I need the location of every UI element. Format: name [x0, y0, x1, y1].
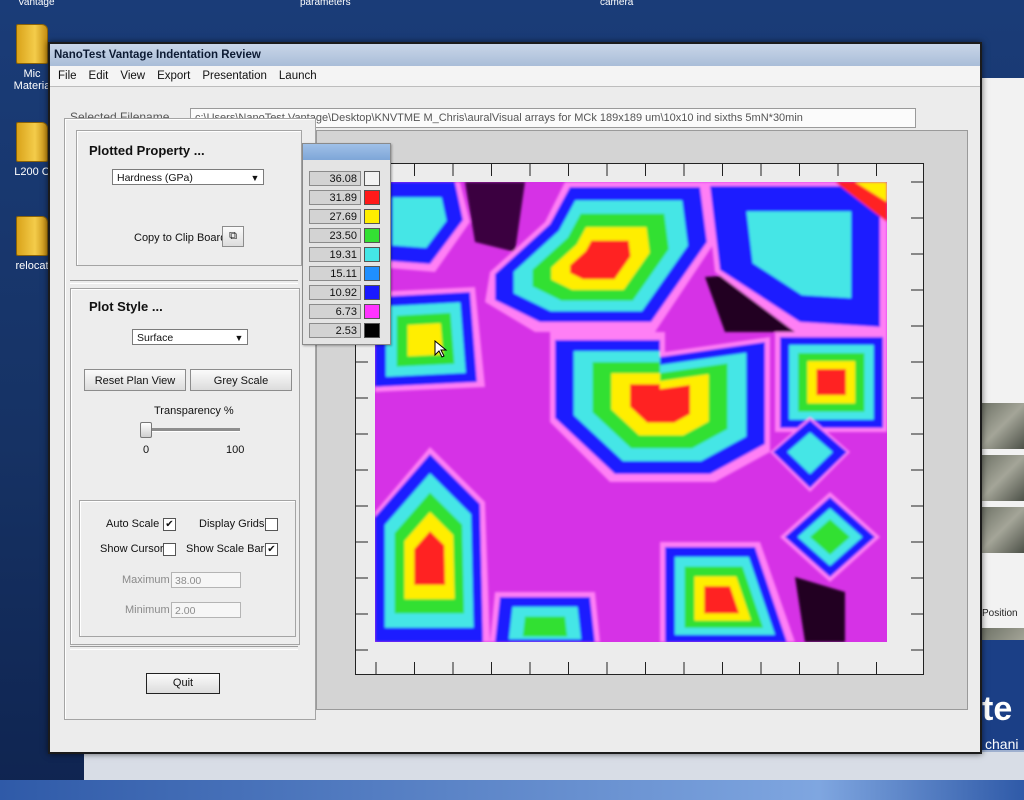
background-window-edge — [84, 750, 1024, 782]
desktop-top-labels: Vantage parameters camera — [0, 0, 1024, 10]
title-bar[interactable]: NanoTest Vantage Indentation Review — [50, 44, 980, 66]
quit-button[interactable]: Quit — [146, 673, 220, 694]
legend-value: 2.53 — [309, 323, 361, 338]
auto-scale-label: Auto Scale — [106, 518, 160, 530]
legend-swatch — [364, 228, 380, 243]
copy-clipboard-button[interactable]: ⧉ — [222, 226, 244, 247]
menu-export[interactable]: Export — [157, 70, 190, 82]
show-scale-bar-checkbox[interactable]: ✔ — [265, 543, 278, 556]
menu-file[interactable]: File — [58, 70, 77, 82]
legend-value: 6.73 — [309, 304, 361, 319]
transparency-slider-track[interactable] — [140, 428, 240, 432]
legend-swatch — [364, 266, 380, 281]
maximum-label: Maximum — [122, 574, 170, 586]
plot-style-dropdown-value: Surface — [137, 332, 174, 344]
maximum-field[interactable]: 38.00 — [171, 572, 241, 588]
chevron-down-icon: ▼ — [234, 333, 244, 343]
window-title: NanoTest Vantage Indentation Review — [54, 49, 261, 61]
copy-clipboard-label: Copy to Clip Board — [134, 232, 227, 244]
legend-swatch — [364, 304, 380, 319]
plot-style-heading: Plot Style ... — [89, 299, 163, 314]
legend-value: 19.31 — [309, 247, 361, 262]
property-dropdown-value: Hardness (GPa) — [117, 172, 193, 184]
auto-scale-checkbox[interactable]: ✔ — [163, 518, 176, 531]
chevron-down-icon: ▼ — [250, 173, 260, 183]
grey-scale-button[interactable]: Grey Scale — [190, 369, 292, 391]
folder-icon — [16, 122, 48, 162]
property-dropdown[interactable]: Hardness (GPa) ▼ — [112, 169, 264, 185]
legend-swatch — [364, 190, 380, 205]
clipboard-icon: ⧉ — [229, 230, 237, 242]
legend-value: 36.08 — [309, 171, 361, 186]
taskbar — [0, 780, 1024, 800]
legend-value: 10.92 — [309, 285, 361, 300]
colour-scale-legend[interactable]: 36.08 31.89 27.69 23.50 19.31 15.11 10.92 6.73 2… — [302, 143, 391, 345]
folder-icon — [16, 24, 48, 64]
menu-launch[interactable]: Launch — [279, 70, 317, 82]
slider-max-label: 100 — [226, 444, 245, 456]
menu-view[interactable]: View — [120, 70, 145, 82]
menu-presentation[interactable]: Presentation — [202, 70, 267, 82]
show-cursor-label: Show Cursor — [100, 543, 164, 555]
divider — [70, 646, 298, 650]
thumbnail-image[interactable] — [980, 507, 1024, 553]
legend-titlebar[interactable] — [303, 144, 390, 160]
transparency-slider-thumb[interactable] — [140, 422, 152, 438]
desktop-label: parameters — [300, 0, 351, 8]
legend-value: 27.69 — [309, 209, 361, 224]
legend-swatch — [364, 285, 380, 300]
menu-edit[interactable]: Edit — [89, 70, 109, 82]
menu-bar: File Edit View Export Presentation Launc… — [50, 66, 980, 87]
minimum-label: Minimum — [125, 604, 170, 616]
thumbnail-image[interactable] — [980, 455, 1024, 501]
background-app-panel: Position — [980, 78, 1024, 718]
legend-swatch — [364, 247, 380, 262]
legend-swatch — [364, 323, 380, 338]
desktop-label: Vantage — [18, 0, 55, 8]
legend-value: 23.50 — [309, 228, 361, 243]
folder-icon — [16, 216, 48, 256]
desktop-label: camera — [600, 0, 634, 8]
contour-band — [522, 616, 568, 637]
legend-swatch — [364, 209, 380, 224]
show-cursor-checkbox[interactable] — [163, 543, 176, 556]
show-scale-bar-label: Show Scale Bar — [186, 543, 265, 555]
legend-value: 15.11 — [309, 266, 361, 281]
contour-band — [816, 369, 846, 396]
display-grids-label: Display Grids — [199, 518, 265, 530]
position-label: Position — [982, 608, 1018, 619]
plotted-property-heading: Plotted Property ... — [89, 143, 205, 158]
divider — [70, 280, 298, 284]
hardness-surface-map[interactable] — [375, 182, 887, 642]
plot-style-dropdown[interactable]: Surface ▼ — [132, 329, 248, 345]
legend-value: 31.89 — [309, 190, 361, 205]
transparency-label: Transparency % — [154, 405, 234, 417]
legend-swatch — [364, 171, 380, 186]
brand-text: te — [982, 690, 1013, 728]
reset-plan-view-button[interactable]: Reset Plan View — [84, 369, 186, 391]
minimum-field[interactable]: 2.00 — [171, 602, 241, 618]
thumbnail-image[interactable] — [980, 403, 1024, 449]
slider-min-label: 0 — [143, 444, 150, 456]
display-grids-checkbox[interactable] — [265, 518, 278, 531]
